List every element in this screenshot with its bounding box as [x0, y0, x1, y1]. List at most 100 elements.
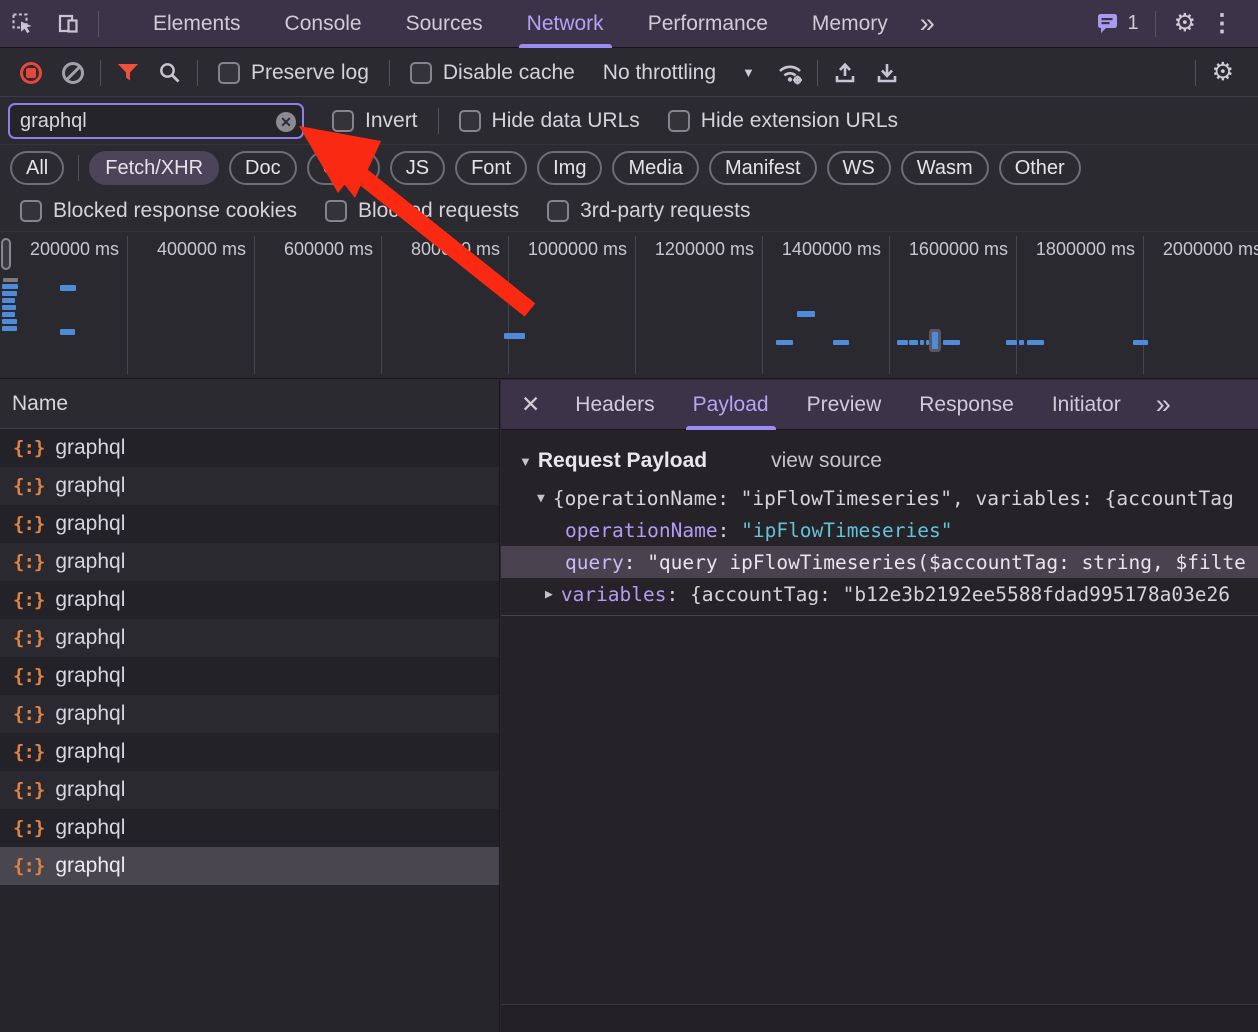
invert-label: Invert	[365, 109, 418, 133]
detail-tab[interactable]: Initiator	[1033, 380, 1140, 430]
chip[interactable]: WS	[827, 151, 891, 185]
import-har-button[interactable]	[824, 53, 866, 93]
name-column-header[interactable]: Name	[0, 380, 499, 429]
filter-input[interactable]	[10, 105, 302, 137]
blocked-requests-checkbox[interactable]	[325, 200, 347, 222]
request-row[interactable]: {:} graphql	[0, 581, 499, 619]
detail-tab[interactable]: Payload	[674, 380, 788, 430]
detail-tab[interactable]: Preview	[788, 380, 901, 430]
request-row[interactable]: {:} graphql	[0, 505, 499, 543]
disable-cache-toggle[interactable]: Disable cache	[410, 61, 575, 85]
detail-tab[interactable]: Headers	[556, 380, 673, 430]
third-party-requests-toggle[interactable]: 3rd-party requests	[547, 199, 750, 223]
chip[interactable]: Other	[999, 151, 1081, 185]
request-name: graphql	[55, 550, 125, 574]
network-settings-gear-icon[interactable]: ⚙	[1212, 60, 1234, 85]
timeline-tick-label: 1200000 ms	[655, 239, 754, 260]
chip[interactable]: Manifest	[709, 151, 817, 185]
request-row[interactable]: {:} graphql	[0, 847, 499, 885]
request-row[interactable]: {:} graphql	[0, 809, 499, 847]
third-party-requests-checkbox[interactable]	[547, 200, 569, 222]
blocked-response-cookies-toggle[interactable]: Blocked response cookies	[20, 199, 297, 223]
request-row[interactable]: {:} graphql	[0, 429, 499, 467]
requests-panel: Name {:} graphql {:} graphql {:} graphql…	[0, 380, 500, 1032]
chip[interactable]: JS	[390, 151, 445, 185]
more-detail-tabs-button[interactable]: »	[1146, 391, 1181, 418]
preserve-log-checkbox[interactable]	[218, 62, 240, 84]
top-right-controls: 1 ⚙ ⋮	[1096, 0, 1258, 48]
fetch-xhr-braces-icon: {:}	[13, 855, 44, 877]
request-name: graphql	[55, 664, 125, 688]
main-tab[interactable]: Network	[505, 0, 626, 48]
main-tab[interactable]: Performance	[626, 0, 790, 48]
fetch-xhr-braces-icon: {:}	[13, 589, 44, 611]
filter-toggle-button[interactable]	[107, 53, 149, 93]
chip[interactable]: Media	[612, 151, 698, 185]
wifi-gear-icon	[776, 60, 804, 86]
payload-summary-row[interactable]: ▼ {operationName: "ipFlowTimeseries", va…	[501, 482, 1258, 514]
chip[interactable]: CSS	[307, 151, 380, 185]
request-row[interactable]: {:} graphql	[0, 695, 499, 733]
hide-data-urls-toggle[interactable]: Hide data URLs	[459, 109, 640, 133]
request-row[interactable]: {:} graphql	[0, 733, 499, 771]
filter-input-box: ✕	[8, 103, 304, 139]
request-row[interactable]: {:} graphql	[0, 657, 499, 695]
request-payload-section-header[interactable]: ▼ Request Payload view source	[501, 440, 1258, 482]
settings-gear-icon[interactable]: ⚙	[1174, 11, 1196, 36]
timeline-gridline	[889, 236, 890, 374]
hide-extension-urls-checkbox[interactable]	[668, 110, 690, 132]
timeline-gridline	[1143, 236, 1144, 374]
query-row[interactable]: query: "query ipFlowTimeseries($accountT…	[501, 546, 1258, 578]
detail-tab-label: Initiator	[1052, 393, 1121, 417]
variables-row[interactable]: ▶ variables: {accountTag: "b12e3b2192ee5…	[501, 578, 1258, 610]
view-source-link[interactable]: view source	[771, 449, 882, 473]
preserve-log-toggle[interactable]: Preserve log	[218, 61, 369, 85]
property-value: "ipFlowTimeseries"	[741, 519, 952, 542]
invert-toggle[interactable]: Invert	[332, 109, 418, 133]
chip[interactable]: Img	[537, 151, 602, 185]
main-tab[interactable]: Sources	[384, 0, 505, 48]
network-overview-timeline[interactable]: 200000 ms400000 ms600000 ms800000 ms1000…	[0, 232, 1258, 379]
request-name: graphql	[55, 778, 125, 802]
timeline-tick-label: 2000000 ms	[1163, 239, 1258, 260]
clear-network-log-button[interactable]	[52, 53, 94, 93]
chip-label: Font	[471, 157, 511, 180]
main-tab[interactable]: Memory	[790, 0, 910, 48]
main-tab[interactable]: Console	[263, 0, 384, 48]
hide-extension-urls-label: Hide extension URLs	[701, 109, 898, 133]
disable-cache-checkbox[interactable]	[410, 62, 432, 84]
clear-filter-icon[interactable]: ✕	[276, 112, 296, 132]
export-har-button[interactable]	[866, 53, 908, 93]
blocked-response-cookies-checkbox[interactable]	[20, 200, 42, 222]
chip[interactable]: Wasm	[901, 151, 989, 185]
invert-checkbox[interactable]	[332, 110, 354, 132]
throttling-select[interactable]: No throttling ▼	[603, 61, 755, 85]
issues-message-icon[interactable]	[1096, 12, 1121, 36]
close-details-icon[interactable]: ✕	[501, 391, 556, 418]
chip[interactable]: Doc	[229, 151, 297, 185]
search-network-button[interactable]	[149, 53, 191, 93]
main-tab[interactable]: Elements	[131, 0, 263, 48]
request-row[interactable]: {:} graphql	[0, 619, 499, 657]
waterfall-bar	[929, 329, 941, 352]
request-row[interactable]: {:} graphql	[0, 467, 499, 505]
record-network-log-button[interactable]	[10, 53, 52, 93]
chip-label: Other	[1015, 157, 1065, 180]
timeline-handle[interactable]	[1, 238, 11, 270]
device-toolbar-button[interactable]	[46, 0, 92, 48]
chip-all[interactable]: All	[10, 151, 64, 185]
operation-name-row[interactable]: operationName: "ipFlowTimeseries"	[501, 514, 1258, 546]
hide-extension-urls-toggle[interactable]: Hide extension URLs	[668, 109, 898, 133]
more-tabs-button[interactable]: »	[910, 10, 945, 37]
chip[interactable]: Font	[455, 151, 527, 185]
network-conditions-button[interactable]	[769, 53, 811, 93]
kebab-menu-icon[interactable]: ⋮	[1196, 9, 1248, 38]
waterfall-bar	[504, 333, 525, 339]
inspect-element-button[interactable]	[0, 0, 46, 48]
request-row[interactable]: {:} graphql	[0, 543, 499, 581]
hide-data-urls-checkbox[interactable]	[459, 110, 481, 132]
request-row[interactable]: {:} graphql	[0, 771, 499, 809]
chip[interactable]: Fetch/XHR	[89, 151, 219, 185]
detail-tab[interactable]: Response	[900, 380, 1033, 430]
blocked-requests-toggle[interactable]: Blocked requests	[325, 199, 519, 223]
